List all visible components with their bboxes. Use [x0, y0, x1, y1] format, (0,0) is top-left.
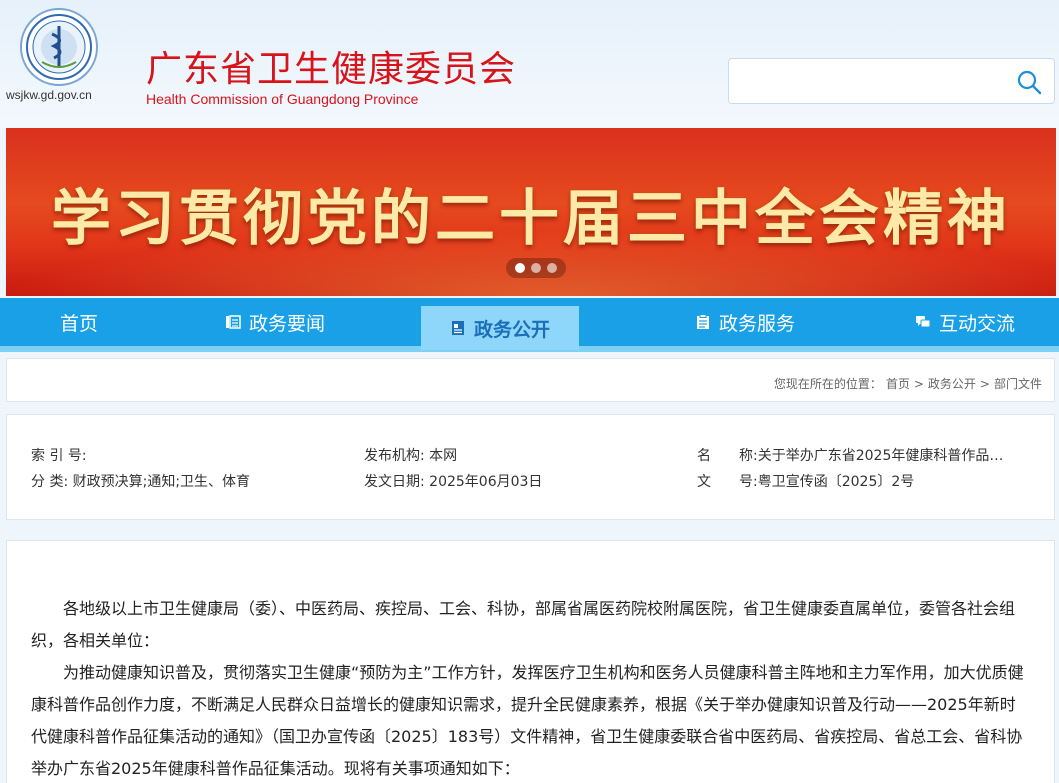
meta-publisher: 发布机构: 本网	[364, 448, 458, 464]
nav-item-label: 政务公开	[473, 318, 550, 341]
breadcrumb-item-dept-docs[interactable]: 部门文件	[994, 377, 1042, 391]
nav-item-interaction[interactable]: 互动交流	[890, 298, 1040, 346]
breadcrumb-separator: >	[979, 377, 990, 391]
search-input[interactable]	[739, 67, 1009, 95]
news-icon	[225, 315, 241, 329]
meta-name-value: 关于举办广东省2025年健康科普作品…	[757, 448, 1004, 464]
nav-item-label: 互动交流	[938, 312, 1015, 335]
breadcrumb-item-home[interactable]: 首页	[886, 377, 910, 391]
banner-carousel[interactable]: 学习贯彻党的二十届三中全会精神	[6, 128, 1056, 296]
meta-category: 分 类: 财政预决算;通知;卫生、体育	[31, 474, 251, 490]
nav-item-home[interactable]: 首页	[0, 298, 158, 346]
site-header: wsjkw.gd.gov.cn 广东省卫生健康委员会 Health Commis…	[0, 0, 1059, 128]
breadcrumb-item-gov-affairs[interactable]: 政务公开	[928, 377, 976, 391]
clipboard-icon	[696, 314, 709, 329]
banner-title: 学习贯彻党的二十届三中全会精神	[51, 184, 1011, 254]
main-nav: 首页 政务要闻 政务公开 政务服务 互动交流	[0, 298, 1059, 352]
meta-pub-date: 发文日期: 2025年06月03日	[364, 474, 543, 490]
breadcrumb: 您现在所在的位置： 首页 > 政务公开 > 部门文件	[772, 375, 1044, 392]
meta-name-label: 名 称:	[697, 448, 758, 464]
site-title-cn[interactable]: 广东省卫生健康委员会	[146, 40, 516, 92]
site-title-en: Health Commission of Guangdong Province	[146, 91, 419, 107]
document-body: 各地级以上市卫生健康局（委）、中医药局、疾控局、工会、科协，部属省属医药院校附属…	[6, 540, 1055, 783]
meta-doc-label: 文 号:	[697, 474, 758, 490]
breadcrumb-prefix: 您现在所在的位置：	[773, 377, 882, 391]
nav-item-gov-affairs[interactable]: 政务公开	[421, 306, 579, 350]
carousel-dot-1[interactable]	[515, 263, 525, 273]
logo-emblem-icon[interactable]	[20, 8, 98, 86]
nav-item-services[interactable]: 政务服务	[660, 298, 830, 346]
carousel-dots	[506, 258, 566, 278]
search-box	[728, 58, 1055, 104]
breadcrumb-separator: >	[913, 377, 924, 391]
meta-doc-value: 粤卫宣传函〔2025〕2号	[757, 474, 915, 490]
breadcrumb-panel: 您现在所在的位置： 首页 > 政务公开 > 部门文件	[6, 358, 1055, 402]
nav-item-label: 政务要闻	[248, 312, 325, 335]
document-meta-panel: 索 引 号: 分 类: 财政预决算;通知;卫生、体育 发布机构: 本网 发文日期…	[6, 414, 1055, 520]
carousel-dot-3[interactable]	[547, 263, 557, 273]
meta-index-no: 索 引 号:	[31, 448, 87, 464]
document-icon	[451, 321, 464, 335]
meta-name: 名 称:关于举办广东省2025年健康科普作品…	[697, 445, 1003, 465]
carousel-dot-2[interactable]	[531, 263, 541, 273]
site-domain: wsjkw.gd.gov.cn	[6, 88, 92, 102]
chat-icon	[915, 316, 931, 328]
body-paragraph-2: 为推动健康知识普及，贯彻落实卫生健康“预防为主”工作方针，发挥医疗卫生机构和医务…	[31, 663, 1024, 778]
search-icon[interactable]	[1016, 69, 1042, 95]
body-paragraph-1: 各地级以上市卫生健康局（委）、中医药局、疾控局、工会、科协，部属省属医药院校附属…	[31, 599, 1016, 650]
nav-item-label: 政务服务	[718, 312, 795, 335]
nav-item-news[interactable]: 政务要闻	[200, 298, 350, 346]
nav-item-label: 首页	[59, 312, 98, 335]
meta-doc-number: 文 号:粤卫宣传函〔2025〕2号	[697, 471, 914, 491]
